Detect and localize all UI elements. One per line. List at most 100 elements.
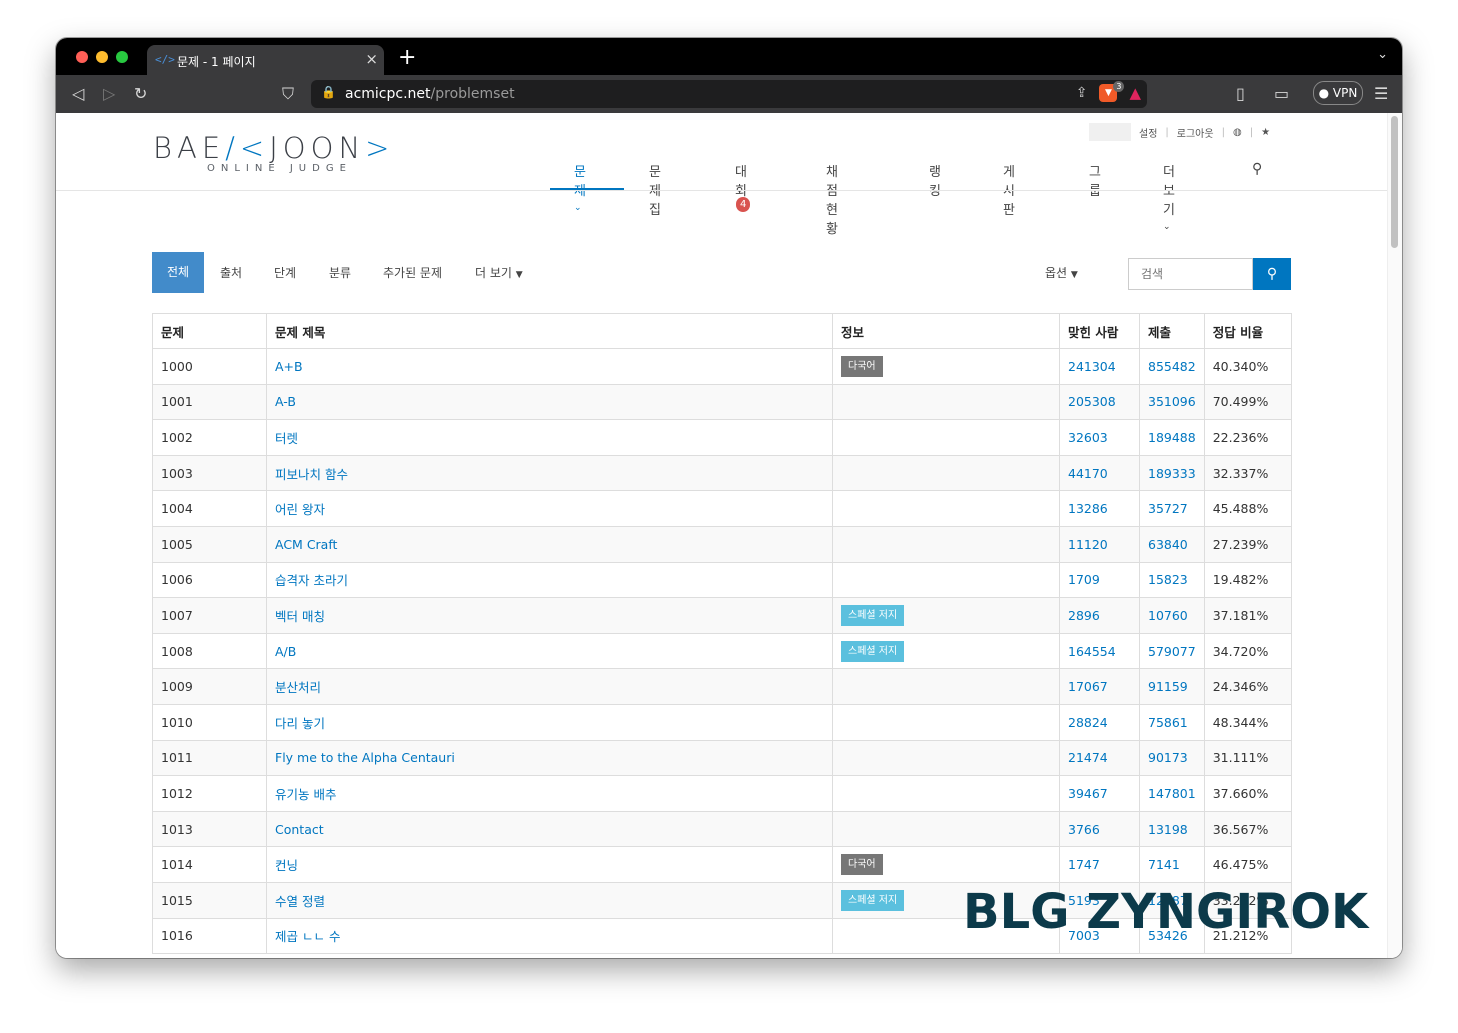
vpn-button[interactable]: ● VPN bbox=[1313, 81, 1363, 105]
submit-count-link[interactable]: 35727 bbox=[1148, 501, 1188, 516]
tab-list-chevron-icon[interactable]: ⌄ bbox=[1377, 47, 1388, 62]
problem-title-link[interactable]: 어린 왕자 bbox=[275, 502, 325, 517]
solved-count-link[interactable]: 13286 bbox=[1068, 501, 1108, 516]
solved-count-link[interactable]: 28824 bbox=[1068, 715, 1108, 730]
solved-count-link[interactable]: 164554 bbox=[1068, 644, 1116, 659]
submit-count-link[interactable]: 579077 bbox=[1148, 644, 1196, 659]
col-header-solved[interactable]: 맞힌 사람 bbox=[1059, 313, 1140, 349]
submit-count-link[interactable]: 189488 bbox=[1148, 430, 1196, 445]
col-header-ratio[interactable]: 정답 비율 bbox=[1203, 313, 1293, 349]
share-icon[interactable]: ⇪ bbox=[1076, 85, 1088, 101]
subnav-added[interactable]: 추가된 문제 bbox=[383, 264, 442, 281]
tab-close-icon[interactable]: × bbox=[365, 50, 378, 68]
col-header-id[interactable]: 문제 bbox=[152, 313, 267, 349]
solved-count-link[interactable]: 21474 bbox=[1068, 750, 1108, 765]
problem-title-link[interactable]: A-B bbox=[275, 394, 296, 409]
problem-title-link[interactable]: 습격자 초라기 bbox=[275, 573, 348, 588]
sidebar-icon[interactable]: ▯ bbox=[1236, 85, 1245, 103]
problem-title-link[interactable]: 컨닝 bbox=[275, 858, 298, 873]
username-link[interactable] bbox=[1089, 123, 1131, 141]
site-logo[interactable]: BAE/<JOON> ONLINE JUDGE bbox=[153, 131, 394, 174]
problem-title-link[interactable]: 터렛 bbox=[275, 431, 298, 446]
submit-count-link[interactable]: 13198 bbox=[1148, 822, 1188, 837]
logout-link[interactable]: 로그아웃 bbox=[1177, 125, 1214, 140]
submit-count-link[interactable]: 10760 bbox=[1148, 608, 1188, 623]
submit-count-link[interactable]: 7141 bbox=[1148, 857, 1180, 872]
problem-title-link[interactable]: 분산처리 bbox=[275, 680, 321, 695]
bookmark-icon[interactable]: ⛉ bbox=[282, 85, 294, 103]
search-icon[interactable]: ⚲ bbox=[1252, 161, 1262, 177]
browser-tab[interactable]: </> 문제 - 1 페이지 × bbox=[147, 45, 384, 75]
submit-count-link[interactable]: 90173 bbox=[1148, 750, 1188, 765]
solved-count-link[interactable]: 241304 bbox=[1068, 359, 1116, 374]
wallet-icon[interactable]: ▭ bbox=[1274, 85, 1289, 103]
nav-more[interactable]: 더 보기 ⌄ bbox=[1163, 161, 1175, 233]
solved-count-link[interactable]: 39467 bbox=[1068, 786, 1108, 801]
subnav-level[interactable]: 단계 bbox=[274, 264, 296, 281]
back-icon[interactable]: ◁ bbox=[72, 85, 84, 103]
solved-count-link[interactable]: 1747 bbox=[1068, 857, 1100, 872]
problem-title-link[interactable]: 유기농 배추 bbox=[275, 787, 336, 802]
problem-title-link[interactable]: 제곱 ㄴㄴ 수 bbox=[275, 929, 340, 944]
submit-count-link[interactable]: 75861 bbox=[1148, 715, 1188, 730]
col-header-title[interactable]: 문제 제목 bbox=[266, 313, 833, 349]
nav-contest[interactable]: 대회4 bbox=[735, 161, 751, 214]
submit-count-link[interactable]: 855482 bbox=[1148, 359, 1196, 374]
url-text: acmicpc.net/problemset bbox=[345, 86, 515, 102]
nav-status[interactable]: 채점 현황 bbox=[826, 161, 838, 237]
submit-count-link[interactable]: 63840 bbox=[1148, 537, 1188, 552]
globe-icon[interactable]: ◍ bbox=[1233, 127, 1242, 138]
minimize-window-button[interactable] bbox=[96, 51, 108, 63]
subnav-all[interactable]: 전체 bbox=[152, 252, 204, 293]
problem-title-link[interactable]: A+B bbox=[275, 359, 303, 374]
brave-rewards-icon[interactable]: ▲ bbox=[1129, 84, 1141, 102]
page-scrollbar[interactable] bbox=[1387, 113, 1402, 958]
nav-ranking[interactable]: 랭킹 bbox=[929, 161, 941, 199]
problem-title-link[interactable]: Fly me to the Alpha Centauri bbox=[275, 750, 455, 765]
settings-link[interactable]: 설정 bbox=[1139, 125, 1157, 140]
problem-title-cell: A+B bbox=[266, 348, 833, 385]
table-row: 1000 A+B 다국어 241304 855482 40.340% bbox=[152, 348, 1293, 385]
problem-title-link[interactable]: 벡터 매칭 bbox=[275, 609, 325, 624]
subnav-more[interactable]: 더 보기 ▼ bbox=[475, 264, 523, 281]
zoom-window-button[interactable] bbox=[116, 51, 128, 63]
submit-count-link[interactable]: 351096 bbox=[1148, 394, 1196, 409]
submit-count-link[interactable]: 147801 bbox=[1148, 786, 1196, 801]
new-tab-icon[interactable]: + bbox=[398, 45, 416, 70]
problem-title-link[interactable]: 수열 정렬 bbox=[275, 894, 325, 909]
submit-count-link[interactable]: 15823 bbox=[1148, 572, 1188, 587]
scrollbar-thumb[interactable] bbox=[1391, 116, 1398, 248]
col-header-info[interactable]: 정보 bbox=[832, 313, 1060, 349]
forward-icon[interactable]: ▷ bbox=[103, 85, 115, 103]
solved-count-link[interactable]: 32603 bbox=[1068, 430, 1108, 445]
star-icon[interactable]: ★ bbox=[1261, 127, 1270, 138]
close-window-button[interactable] bbox=[76, 51, 88, 63]
problem-title-link[interactable]: 다리 놓기 bbox=[275, 716, 325, 731]
options-dropdown[interactable]: 옵션 ▼ bbox=[1045, 264, 1078, 281]
search-input[interactable] bbox=[1128, 258, 1253, 290]
brave-shields-icon[interactable]: ▼ 3 bbox=[1099, 81, 1125, 102]
submit-count-link[interactable]: 91159 bbox=[1148, 679, 1188, 694]
solved-count-link[interactable]: 1709 bbox=[1068, 572, 1100, 587]
subnav-category[interactable]: 분류 bbox=[329, 264, 351, 281]
caret-down-icon: ▼ bbox=[1070, 270, 1078, 280]
problem-title-link[interactable]: A/B bbox=[275, 644, 296, 659]
solved-count-link[interactable]: 17067 bbox=[1068, 679, 1108, 694]
solved-count-link[interactable]: 11120 bbox=[1068, 537, 1108, 552]
col-header-submits[interactable]: 제출 bbox=[1139, 313, 1205, 349]
reload-icon[interactable]: ↻ bbox=[134, 85, 147, 103]
problem-title-link[interactable]: ACM Craft bbox=[275, 537, 337, 552]
submit-count-cell: 855482 bbox=[1139, 348, 1205, 385]
solved-count-link[interactable]: 2896 bbox=[1068, 608, 1100, 623]
nav-group[interactable]: 그룹 bbox=[1089, 161, 1101, 199]
menu-icon[interactable]: ☰ bbox=[1374, 85, 1388, 103]
address-bar[interactable]: 🔒 acmicpc.net/problemset ⇪ ▼ 3 ▲ bbox=[311, 80, 1147, 108]
problem-title-link[interactable]: 피보나치 함수 bbox=[275, 467, 348, 482]
problem-title-link[interactable]: Contact bbox=[275, 822, 324, 837]
submit-count-link[interactable]: 189333 bbox=[1148, 466, 1196, 481]
solved-count-link[interactable]: 44170 bbox=[1068, 466, 1108, 481]
solved-count-link[interactable]: 3766 bbox=[1068, 822, 1100, 837]
solved-count-link[interactable]: 205308 bbox=[1068, 394, 1116, 409]
search-button[interactable]: ⚲ bbox=[1253, 258, 1291, 290]
subnav-source[interactable]: 출처 bbox=[220, 264, 242, 281]
